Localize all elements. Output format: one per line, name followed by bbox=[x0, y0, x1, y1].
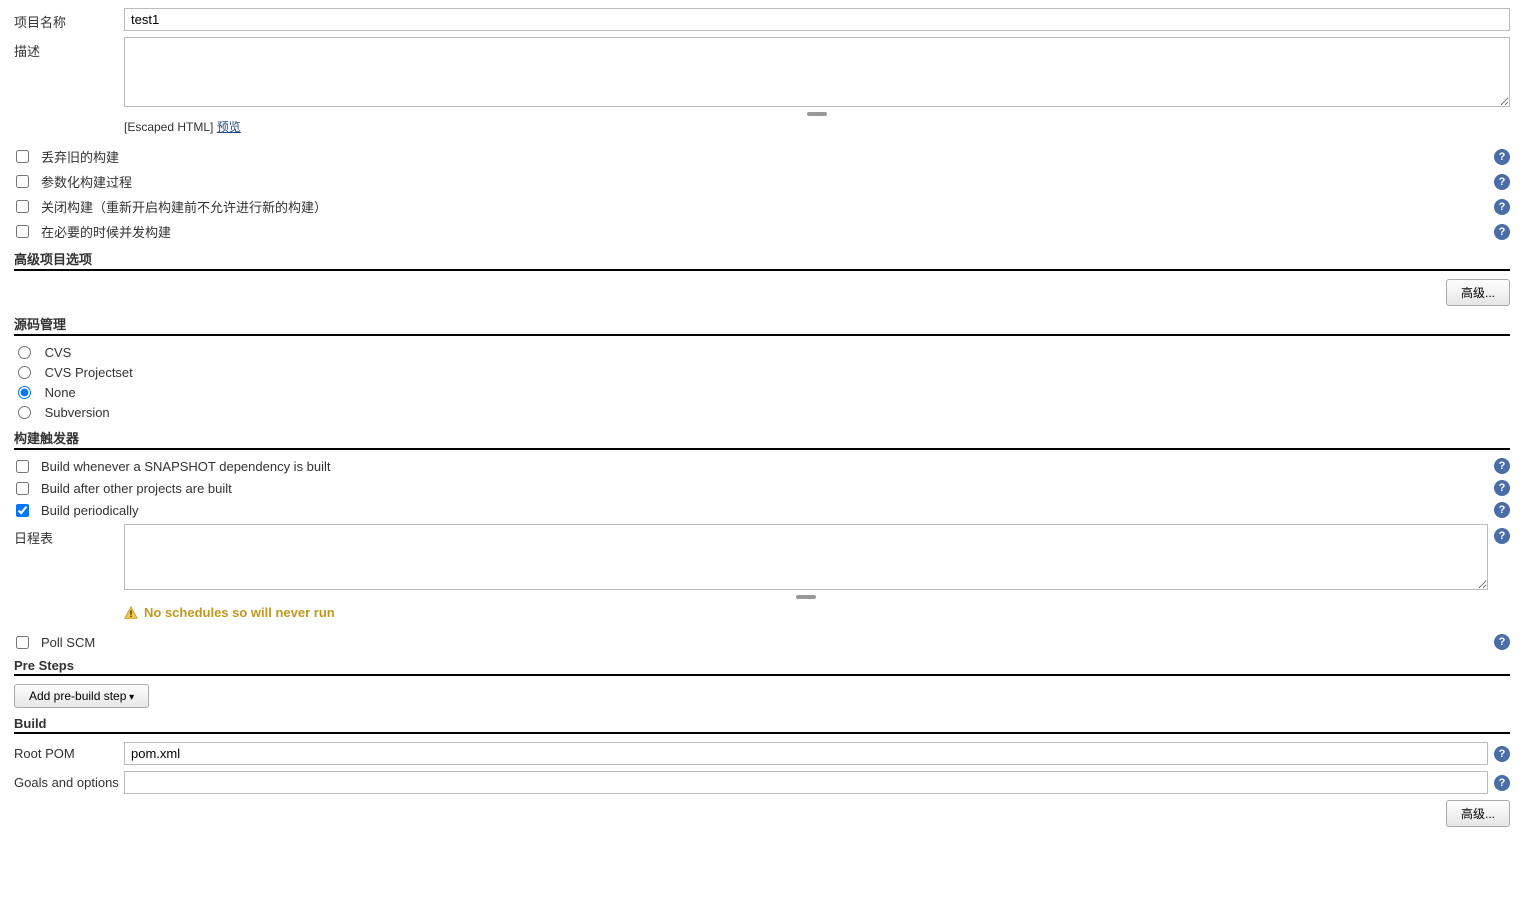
description-textarea[interactable] bbox=[124, 37, 1510, 107]
advanced-options-header: 高级项目选项 bbox=[14, 249, 1510, 271]
help-icon[interactable]: ? bbox=[1494, 528, 1510, 544]
scm-subversion-row: Subversion bbox=[14, 404, 1510, 420]
escaped-html-text: [Escaped HTML] bbox=[124, 120, 213, 134]
trigger-pollscm-row: Poll SCM ? bbox=[14, 634, 1510, 650]
help-icon[interactable]: ? bbox=[1494, 174, 1510, 190]
resize-handle-icon[interactable] bbox=[124, 593, 1488, 601]
build-advanced-btn-row: 高级... bbox=[14, 800, 1510, 827]
scm-none-row: None bbox=[14, 384, 1510, 400]
root-pom-input[interactable] bbox=[124, 742, 1488, 765]
advanced-options-button[interactable]: 高级... bbox=[1446, 279, 1510, 306]
description-row: 描述 [Escaped HTML] 预览 bbox=[14, 37, 1510, 141]
project-name-label: 项目名称 bbox=[14, 8, 124, 31]
scm-cvs-radio[interactable] bbox=[18, 346, 31, 359]
help-icon[interactable]: ? bbox=[1494, 480, 1510, 496]
description-label: 描述 bbox=[14, 37, 124, 60]
help-icon[interactable]: ? bbox=[1494, 458, 1510, 474]
help-icon[interactable]: ? bbox=[1494, 199, 1510, 215]
concurrent-row: 在必要的时候并发构建 ? bbox=[14, 222, 1510, 241]
scm-none-radio[interactable] bbox=[18, 386, 31, 399]
schedule-warning-text: No schedules so will never run bbox=[144, 605, 335, 620]
trigger-snapshot-checkbox[interactable] bbox=[16, 460, 29, 473]
triggers-header: 构建触发器 bbox=[14, 428, 1510, 450]
trigger-after-other-row: Build after other projects are built ? bbox=[14, 480, 1510, 496]
trigger-periodically-row: Build periodically ? bbox=[14, 502, 1510, 518]
help-icon[interactable]: ? bbox=[1494, 224, 1510, 240]
scm-header: 源码管理 bbox=[14, 314, 1510, 336]
discard-old-builds-row: 丢弃旧的构建 ? bbox=[14, 147, 1510, 166]
pre-steps-btn-row: Add pre-build step bbox=[14, 684, 1510, 708]
help-icon[interactable]: ? bbox=[1494, 634, 1510, 650]
project-name-row: 项目名称 bbox=[14, 8, 1510, 31]
scm-cvs-label: CVS bbox=[45, 345, 72, 360]
resize-handle-icon[interactable] bbox=[124, 110, 1510, 118]
scm-cvsprojectset-row: CVS Projectset bbox=[14, 364, 1510, 380]
trigger-pollscm-checkbox[interactable] bbox=[16, 636, 29, 649]
pre-steps-header: Pre Steps bbox=[14, 658, 1510, 676]
jenkins-job-config: 项目名称 描述 [Escaped HTML] 预览 丢弃旧的构建 ? 参数化构建… bbox=[0, 0, 1524, 843]
trigger-snapshot-row: Build whenever a SNAPSHOT dependency is … bbox=[14, 458, 1510, 474]
parameterized-label: 参数化构建过程 bbox=[41, 172, 1488, 191]
parameterized-checkbox[interactable] bbox=[16, 175, 29, 188]
schedule-warning-row: No schedules so will never run bbox=[124, 605, 1488, 620]
scm-none-label: None bbox=[45, 385, 76, 400]
goals-row: Goals and options ? bbox=[14, 771, 1510, 794]
concurrent-label: 在必要的时候并发构建 bbox=[41, 222, 1488, 241]
build-header: Build bbox=[14, 716, 1510, 734]
schedule-row: 日程表 No schedules so will never run ? bbox=[14, 524, 1510, 628]
goals-label: Goals and options bbox=[14, 771, 124, 790]
help-icon[interactable]: ? bbox=[1494, 775, 1510, 791]
build-advanced-button[interactable]: 高级... bbox=[1446, 800, 1510, 827]
help-icon[interactable]: ? bbox=[1494, 149, 1510, 165]
add-pre-build-step-button[interactable]: Add pre-build step bbox=[14, 684, 149, 708]
trigger-periodically-checkbox[interactable] bbox=[16, 504, 29, 517]
goals-input[interactable] bbox=[124, 771, 1488, 794]
description-meta: [Escaped HTML] 预览 bbox=[124, 118, 1510, 135]
trigger-after-other-label: Build after other projects are built bbox=[41, 481, 1488, 496]
scm-subversion-radio[interactable] bbox=[18, 406, 31, 419]
disable-build-row: 关闭构建（重新开启构建前不允许进行新的构建） ? bbox=[14, 197, 1510, 216]
discard-old-builds-checkbox[interactable] bbox=[16, 150, 29, 163]
scm-cvsprojectset-label: CVS Projectset bbox=[45, 365, 133, 380]
root-pom-row: Root POM ? bbox=[14, 742, 1510, 765]
advanced-options-btn-row: 高级... bbox=[14, 279, 1510, 306]
help-icon[interactable]: ? bbox=[1494, 746, 1510, 762]
schedule-label: 日程表 bbox=[14, 524, 124, 547]
root-pom-label: Root POM bbox=[14, 742, 124, 761]
project-name-input[interactable] bbox=[124, 8, 1510, 31]
disable-build-checkbox[interactable] bbox=[16, 200, 29, 213]
scm-subversion-label: Subversion bbox=[45, 405, 110, 420]
discard-old-builds-label: 丢弃旧的构建 bbox=[41, 147, 1488, 166]
parameterized-row: 参数化构建过程 ? bbox=[14, 172, 1510, 191]
scm-cvsprojectset-radio[interactable] bbox=[18, 366, 31, 379]
trigger-pollscm-label: Poll SCM bbox=[41, 635, 1488, 650]
concurrent-checkbox[interactable] bbox=[16, 225, 29, 238]
disable-build-label: 关闭构建（重新开启构建前不允许进行新的构建） bbox=[41, 197, 1488, 216]
schedule-textarea[interactable] bbox=[124, 524, 1488, 590]
scm-cvs-row: CVS bbox=[14, 344, 1510, 360]
preview-link[interactable]: 预览 bbox=[217, 120, 241, 134]
warning-icon bbox=[124, 606, 138, 620]
trigger-snapshot-label: Build whenever a SNAPSHOT dependency is … bbox=[41, 459, 1488, 474]
help-icon[interactable]: ? bbox=[1494, 502, 1510, 518]
trigger-after-other-checkbox[interactable] bbox=[16, 482, 29, 495]
trigger-periodically-label: Build periodically bbox=[41, 503, 1488, 518]
